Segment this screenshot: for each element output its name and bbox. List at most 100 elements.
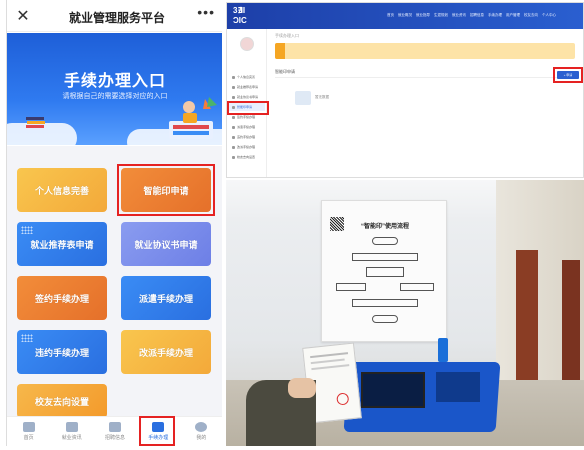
nav-item[interactable]: 就业概况 <box>398 13 412 18</box>
card-agreement[interactable]: 就业协议书申请 <box>121 222 211 266</box>
banner-title: 手续办理入口 <box>63 73 166 90</box>
bullet-icon <box>232 75 235 79</box>
tab-bar: 首页 就业资讯 招聘信息 手续办理 我的 <box>7 416 222 446</box>
door <box>516 250 538 390</box>
tab-home[interactable]: 首页 <box>7 417 50 446</box>
card-signing[interactable]: 签约手续办理 <box>17 276 107 320</box>
banner: 手续办理入口 请根据自己的需要选择对应的入口 <box>7 33 222 145</box>
card-label: 违约手续办理 <box>34 347 89 358</box>
home-icon <box>22 422 35 432</box>
person-reading-illustration <box>169 97 217 139</box>
tab-label: 就业资讯 <box>61 435 82 441</box>
briefcase-icon <box>109 422 121 432</box>
card-label: 派遣手续办理 <box>138 293 193 304</box>
sidebar-item[interactable]: 派遣手续办理 <box>229 123 265 131</box>
card-dispatch[interactable]: 派遣手续办理 <box>121 276 211 320</box>
card-label: 智能印申请 <box>143 185 189 196</box>
tab-label: 招聘信息 <box>105 435 126 441</box>
nav-item[interactable]: 首页 <box>387 13 394 18</box>
red-seal-icon <box>336 392 350 406</box>
nav-item[interactable]: 用户管理 <box>506 13 520 18</box>
card-smart-seal[interactable]: 智能印申请 <box>121 168 211 212</box>
dots-decoration <box>21 334 33 342</box>
sidebar-item-label: 就业推荐表申请 <box>237 85 259 89</box>
empty-state-text: 暂无数据 <box>315 95 329 99</box>
entry-grid: 个人信息完善 智能印申请 就业推荐表申请 就业协议书申请 签约手续办理 派遣手续… <box>7 146 222 418</box>
top-nav: 首页 就业概况 就业指导 生涯规划 就业资讯 招聘信息 手续办理 用户管理 校友… <box>387 13 582 18</box>
mobile-app-screen: ✕ 就业管理服务平台 ••• 手续办理入口 请根据自己的需要选择对应的入口 个人… <box>6 0 222 446</box>
flowchart-node <box>352 253 418 261</box>
card-redispatch[interactable]: 改派手续办理 <box>121 330 211 374</box>
sanitizer-bottle <box>438 338 448 362</box>
tab-procedures[interactable]: 手续办理 <box>137 417 180 446</box>
logo: 3∄Ɩ ƆIC <box>233 6 247 25</box>
news-icon <box>65 422 78 432</box>
nav-item[interactable]: 就业资讯 <box>452 13 466 18</box>
page-title: 就业管理服务平台 <box>68 11 165 25</box>
card-alumni[interactable]: 校友去向设置 <box>17 384 107 418</box>
notice-accent <box>275 43 285 59</box>
bullet-icon <box>232 135 235 139</box>
flowchart-node <box>400 283 434 291</box>
sidebar-item-label: 智能印申请 <box>237 105 253 109</box>
person-hand <box>288 378 316 398</box>
sidebar-item[interactable]: 违约手续办理 <box>229 133 265 141</box>
desktop-header: 3∄Ɩ ƆIC 首页 就业概况 就业指导 生涯规划 就业资讯 招聘信息 手续办理… <box>227 3 583 29</box>
document-icon <box>152 422 165 432</box>
user-icon <box>195 422 208 432</box>
books-icon <box>26 117 45 128</box>
tab-label: 手续办理 <box>148 435 169 441</box>
bullet-icon <box>232 105 235 109</box>
card-breach[interactable]: 违约手续办理 <box>17 330 107 374</box>
sidebar-item-label: 就业协议书申请 <box>237 95 259 99</box>
tab-jobs[interactable]: 招聘信息 <box>93 417 136 446</box>
card-personal-info[interactable]: 个人信息完善 <box>17 168 107 212</box>
kiosk-screen <box>361 372 425 408</box>
dots-decoration <box>21 226 33 234</box>
text-line <box>311 364 350 371</box>
sidebar-item-label: 个人信息完善 <box>237 75 256 79</box>
nav-item[interactable]: 就业指导 <box>416 13 430 18</box>
card-label: 改派手续办理 <box>138 347 193 358</box>
divider <box>275 77 575 78</box>
nav-item[interactable]: 手续办理 <box>488 13 502 18</box>
kiosk-panel <box>436 372 480 402</box>
nav-item[interactable]: 生涯规划 <box>434 13 448 18</box>
section-title: 智能印申请 <box>275 69 295 74</box>
desktop-web-screen: 3∄Ɩ ƆIC 首页 就业概况 就业指导 生涯规划 就业资讯 招聘信息 手续办理… <box>226 2 584 178</box>
bullet-icon <box>232 145 235 149</box>
bullet-icon <box>232 125 235 129</box>
more-icon[interactable]: ••• <box>197 4 215 20</box>
instruction-poster: “智能印”使用流程 <box>321 200 447 342</box>
close-icon[interactable]: ✕ <box>15 6 31 26</box>
bullet-icon <box>232 155 235 159</box>
flowchart-node <box>372 237 398 245</box>
kiosk-photo: “智能印”使用流程 <box>226 180 584 446</box>
sidebar-item[interactable]: 校友去向设置 <box>229 153 265 161</box>
sidebar-item[interactable]: 个人信息完善 <box>229 73 265 81</box>
flowchart-node <box>352 299 418 307</box>
tab-me[interactable]: 我的 <box>180 417 222 446</box>
desktop-sidebar: 个人信息完善 就业推荐表申请 就业协议书申请 智能印申请 签约手续办理 派遣手续… <box>227 29 267 177</box>
sidebar-item-label: 违约手续办理 <box>237 135 256 139</box>
nav-item[interactable]: 个人中心 <box>542 13 556 18</box>
flowchart-node <box>366 267 404 277</box>
nav-item[interactable]: 校友去向 <box>524 13 538 18</box>
mobile-top-bar: ✕ 就业管理服务平台 ••• <box>7 0 222 32</box>
card-recommend-form[interactable]: 就业推荐表申请 <box>17 222 107 266</box>
bullet-icon <box>232 115 235 119</box>
sidebar-item[interactable]: 改派手续办理 <box>229 143 265 151</box>
empty-state-icon <box>295 91 311 105</box>
flowchart-node <box>336 283 366 291</box>
tab-label: 我的 <box>196 435 207 441</box>
sidebar-item-label: 改派手续办理 <box>237 145 256 149</box>
apply-button[interactable]: + 申请 <box>557 71 579 79</box>
poster-title: “智能印”使用流程 <box>360 224 409 230</box>
sidebar-item[interactable]: 就业协议书申请 <box>229 93 265 101</box>
sidebar-item[interactable]: 就业推荐表申请 <box>229 83 265 91</box>
nav-item[interactable]: 招聘信息 <box>470 13 484 18</box>
sidebar-item-smart-seal[interactable]: 智能印申请 <box>229 103 265 111</box>
sidebar-item[interactable]: 签约手续办理 <box>229 113 265 121</box>
tab-news[interactable]: 就业资讯 <box>50 417 93 446</box>
flowchart-node <box>372 315 398 323</box>
